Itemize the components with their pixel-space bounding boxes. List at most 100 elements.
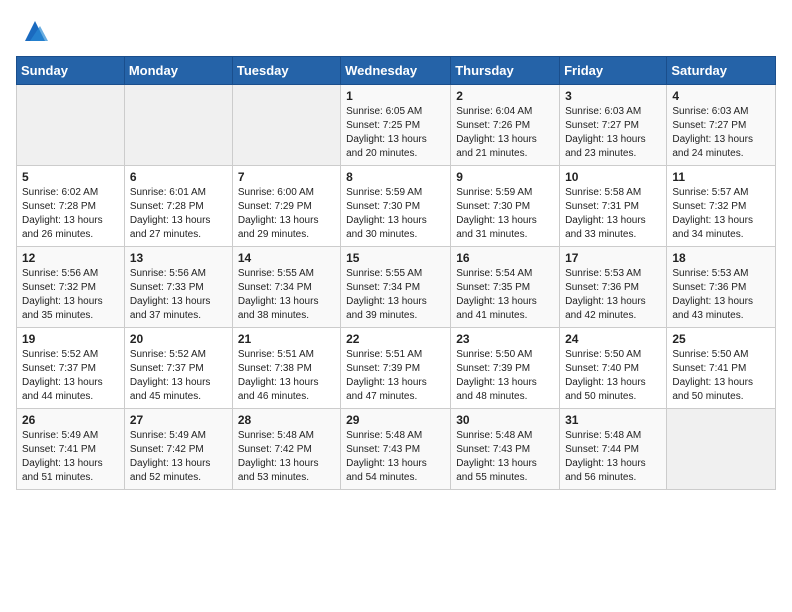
calendar-day-cell: [17, 85, 125, 166]
day-number: 1: [346, 89, 445, 103]
calendar-day-cell: 8 Sunrise: 5:59 AM Sunset: 7:30 PM Daylig…: [341, 166, 451, 247]
day-number: 9: [456, 170, 554, 184]
day-number: 18: [672, 251, 770, 265]
calendar-week-row: 5Sunrise: 6:02 AM Sunset: 7:28 PM Daylig…: [17, 166, 776, 247]
day-info: Sunrise: 5:58 AM Sunset: 7:31 PM Dayligh…: [565, 186, 661, 242]
day-info: Sunrise: 5:48 AM Sunset: 7:43 PM Dayligh…: [456, 429, 554, 485]
calendar-day-cell: 15Sunrise: 5:55 AM Sunset: 7:34 PM Dayli…: [341, 247, 451, 328]
day-number: 30: [456, 413, 554, 427]
calendar-day-cell: 13 Sunrise: 5:56 AM Sunset: 7:33 PM Dayli…: [124, 247, 232, 328]
day-info: Sunrise: 5:51 AM Sunset: 7:39 PM Dayligh…: [346, 348, 445, 404]
day-info: Sunrise: 6:05 AM Sunset: 7:25 PM Dayligh…: [346, 105, 445, 161]
day-info: Sunrise: 5:52 AM Sunset: 7:37 PM Dayligh…: [130, 348, 227, 404]
calendar-day-cell: 23 Sunrise: 5:50 AM Sunset: 7:39 PM Dayli…: [451, 328, 560, 409]
calendar-day-cell: 17Sunrise: 5:53 AM Sunset: 7:36 PM Dayli…: [560, 247, 667, 328]
day-info: Sunrise: 5:53 AM Sunset: 7:36 PM Dayligh…: [565, 267, 661, 323]
calendar-day-cell: [232, 85, 340, 166]
day-info: Sunrise: 5:48 AM Sunset: 7:44 PM Dayligh…: [565, 429, 661, 485]
day-number: 8: [346, 170, 445, 184]
day-number: 2: [456, 89, 554, 103]
day-info: Sunrise: 5:51 AM Sunset: 7:38 PM Dayligh…: [238, 348, 335, 404]
day-info: Sunrise: 6:03 AM Sunset: 7:27 PM Dayligh…: [565, 105, 661, 161]
day-number: 25: [672, 332, 770, 346]
day-number: 14: [238, 251, 335, 265]
calendar-day-cell: 22 Sunrise: 5:51 AM Sunset: 7:39 PM Dayli…: [341, 328, 451, 409]
day-info: Sunrise: 5:55 AM Sunset: 7:34 PM Dayligh…: [346, 267, 445, 323]
calendar-day-cell: 18 Sunrise: 5:53 AM Sunset: 7:36 PM Dayli…: [667, 247, 776, 328]
calendar-day-cell: 20Sunrise: 5:52 AM Sunset: 7:37 PM Dayli…: [124, 328, 232, 409]
day-info: Sunrise: 5:56 AM Sunset: 7:32 PM Dayligh…: [22, 267, 119, 323]
calendar-day-cell: [124, 85, 232, 166]
day-info: Sunrise: 5:52 AM Sunset: 7:37 PM Dayligh…: [22, 348, 119, 404]
day-number: 13: [130, 251, 227, 265]
calendar-day-cell: 29 Sunrise: 5:48 AM Sunset: 7:43 PM Dayli…: [341, 409, 451, 490]
calendar-day-cell: 6 Sunrise: 6:01 AM Sunset: 7:28 PM Daylig…: [124, 166, 232, 247]
day-info: Sunrise: 5:49 AM Sunset: 7:42 PM Dayligh…: [130, 429, 227, 485]
calendar-week-row: 12 Sunrise: 5:56 AM Sunset: 7:32 PM Dayli…: [17, 247, 776, 328]
day-number: 7: [238, 170, 335, 184]
day-of-week-header: Thursday: [451, 57, 560, 85]
calendar-day-cell: 11Sunrise: 5:57 AM Sunset: 7:32 PM Dayli…: [667, 166, 776, 247]
page-header: [16, 16, 776, 46]
calendar-day-cell: 31 Sunrise: 5:48 AM Sunset: 7:44 PM Dayli…: [560, 409, 667, 490]
calendar-day-cell: 26Sunrise: 5:49 AM Sunset: 7:41 PM Dayli…: [17, 409, 125, 490]
day-number: 6: [130, 170, 227, 184]
calendar-day-cell: 28 Sunrise: 5:48 AM Sunset: 7:42 PM Dayli…: [232, 409, 340, 490]
day-number: 22: [346, 332, 445, 346]
day-info: Sunrise: 6:00 AM Sunset: 7:29 PM Dayligh…: [238, 186, 335, 242]
calendar-day-cell: 24Sunrise: 5:50 AM Sunset: 7:40 PM Dayli…: [560, 328, 667, 409]
day-number: 11: [672, 170, 770, 184]
day-info: Sunrise: 5:50 AM Sunset: 7:41 PM Dayligh…: [672, 348, 770, 404]
day-info: Sunrise: 5:50 AM Sunset: 7:39 PM Dayligh…: [456, 348, 554, 404]
day-number: 31: [565, 413, 661, 427]
calendar-day-cell: [667, 409, 776, 490]
calendar-week-row: 26Sunrise: 5:49 AM Sunset: 7:41 PM Dayli…: [17, 409, 776, 490]
day-info: Sunrise: 5:54 AM Sunset: 7:35 PM Dayligh…: [456, 267, 554, 323]
day-number: 4: [672, 89, 770, 103]
day-info: Sunrise: 5:48 AM Sunset: 7:43 PM Dayligh…: [346, 429, 445, 485]
calendar-day-cell: 27 Sunrise: 5:49 AM Sunset: 7:42 PM Dayli…: [124, 409, 232, 490]
day-info: Sunrise: 6:01 AM Sunset: 7:28 PM Dayligh…: [130, 186, 227, 242]
day-of-week-header: Wednesday: [341, 57, 451, 85]
calendar-day-cell: 21 Sunrise: 5:51 AM Sunset: 7:38 PM Dayli…: [232, 328, 340, 409]
day-of-week-header: Sunday: [17, 57, 125, 85]
day-number: 3: [565, 89, 661, 103]
day-number: 29: [346, 413, 445, 427]
calendar-day-cell: 16 Sunrise: 5:54 AM Sunset: 7:35 PM Dayli…: [451, 247, 560, 328]
day-info: Sunrise: 5:50 AM Sunset: 7:40 PM Dayligh…: [565, 348, 661, 404]
calendar-week-row: 19Sunrise: 5:52 AM Sunset: 7:37 PM Dayli…: [17, 328, 776, 409]
calendar-day-cell: 4 Sunrise: 6:03 AM Sunset: 7:27 PM Daylig…: [667, 85, 776, 166]
calendar-day-cell: 3 Sunrise: 6:03 AM Sunset: 7:27 PM Daylig…: [560, 85, 667, 166]
calendar-day-cell: 14 Sunrise: 5:55 AM Sunset: 7:34 PM Dayli…: [232, 247, 340, 328]
day-of-week-header: Friday: [560, 57, 667, 85]
day-info: Sunrise: 5:55 AM Sunset: 7:34 PM Dayligh…: [238, 267, 335, 323]
logo-icon: [20, 16, 50, 46]
day-number: 27: [130, 413, 227, 427]
calendar-day-cell: 2 Sunrise: 6:04 AM Sunset: 7:26 PM Daylig…: [451, 85, 560, 166]
calendar-week-row: 1 Sunrise: 6:05 AM Sunset: 7:25 PM Daylig…: [17, 85, 776, 166]
day-info: Sunrise: 5:59 AM Sunset: 7:30 PM Dayligh…: [346, 186, 445, 242]
day-number: 12: [22, 251, 119, 265]
calendar-day-cell: 1 Sunrise: 6:05 AM Sunset: 7:25 PM Daylig…: [341, 85, 451, 166]
day-number: 5: [22, 170, 119, 184]
day-number: 26: [22, 413, 119, 427]
day-of-week-header: Saturday: [667, 57, 776, 85]
calendar-day-cell: 10 Sunrise: 5:58 AM Sunset: 7:31 PM Dayli…: [560, 166, 667, 247]
day-info: Sunrise: 5:53 AM Sunset: 7:36 PM Dayligh…: [672, 267, 770, 323]
day-number: 10: [565, 170, 661, 184]
day-info: Sunrise: 5:59 AM Sunset: 7:30 PM Dayligh…: [456, 186, 554, 242]
calendar-day-cell: 25 Sunrise: 5:50 AM Sunset: 7:41 PM Dayli…: [667, 328, 776, 409]
day-number: 21: [238, 332, 335, 346]
day-info: Sunrise: 6:03 AM Sunset: 7:27 PM Dayligh…: [672, 105, 770, 161]
day-info: Sunrise: 5:56 AM Sunset: 7:33 PM Dayligh…: [130, 267, 227, 323]
day-info: Sunrise: 5:48 AM Sunset: 7:42 PM Dayligh…: [238, 429, 335, 485]
calendar-header-row: SundayMondayTuesdayWednesdayThursdayFrid…: [17, 57, 776, 85]
day-number: 16: [456, 251, 554, 265]
day-number: 23: [456, 332, 554, 346]
day-number: 28: [238, 413, 335, 427]
calendar-day-cell: 30 Sunrise: 5:48 AM Sunset: 7:43 PM Dayli…: [451, 409, 560, 490]
day-info: Sunrise: 6:04 AM Sunset: 7:26 PM Dayligh…: [456, 105, 554, 161]
logo: [16, 16, 50, 46]
calendar-table: SundayMondayTuesdayWednesdayThursdayFrid…: [16, 56, 776, 490]
day-of-week-header: Monday: [124, 57, 232, 85]
